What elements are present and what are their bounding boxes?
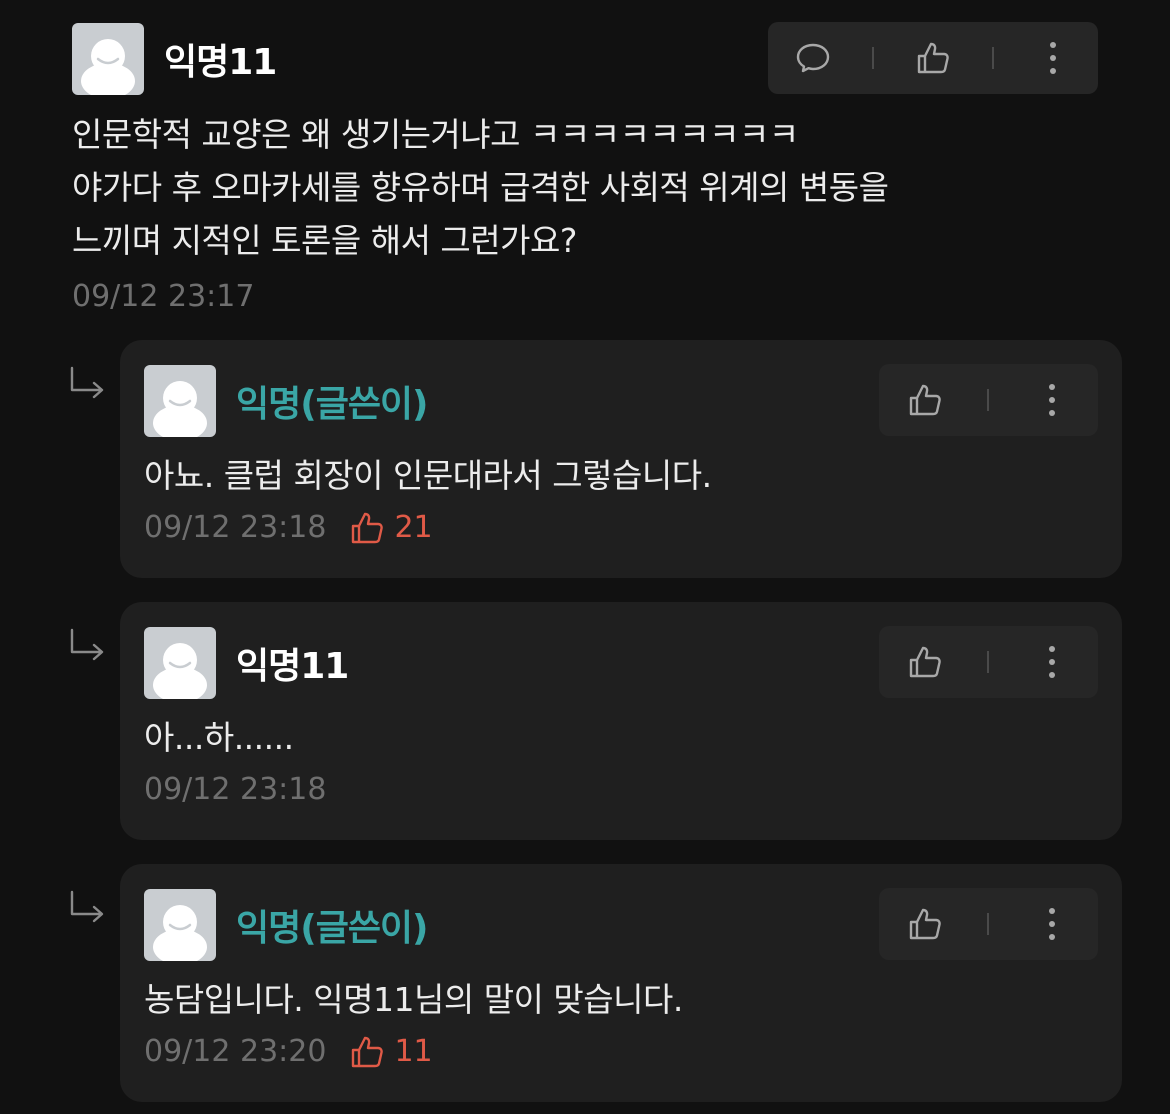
reply-arrow-icon xyxy=(68,890,108,926)
reply-body: 농담입니다. 익명11님의 말이 맞습니다. xyxy=(144,980,683,1019)
comment-icon[interactable] xyxy=(783,28,843,88)
like-count-value: 21 xyxy=(394,510,433,545)
comment-body: 인문학적 교양은 왜 생기는거냐고 ㅋㅋㅋㅋㅋㅋㅋㅋㅋ 야가다 후 오마카세를 … xyxy=(72,108,1098,267)
username: 익명11 xyxy=(236,646,349,687)
reply: 익명11 아...하...... 09/12 23:18 xyxy=(120,602,1122,840)
reply-meta: 09/12 23:18 xyxy=(144,772,1098,807)
username: 익명11 xyxy=(164,42,277,83)
more-options-icon[interactable] xyxy=(1022,632,1082,692)
reply: 익명(글쓴이) 농담입니다. 익명11님의 말이 맞습니다. 09/12 23:… xyxy=(120,864,1122,1102)
like-count: 21 xyxy=(350,510,433,545)
username: 익명(글쓴이) xyxy=(236,908,429,949)
reply-actions xyxy=(879,626,1098,698)
comment-line: 느끼며 지적인 토론을 해서 그런가요? xyxy=(72,221,577,260)
avatar xyxy=(72,23,144,95)
like-count-value: 11 xyxy=(394,1034,433,1069)
divider xyxy=(987,389,990,411)
timestamp: 09/12 23:20 xyxy=(144,1034,327,1069)
reply-meta: 09/12 23:20 11 xyxy=(144,1034,1098,1069)
thumbs-up-icon[interactable] xyxy=(895,894,955,954)
comment-thread: 익명11 인문학적 교양은 왜 생기는거냐고 ㅋㅋㅋㅋㅋㅋㅋㅋㅋ 야가다 후 오… xyxy=(0,0,1170,1114)
comment-line: 인문학적 교양은 왜 생기는거냐고 ㅋㅋㅋㅋㅋㅋㅋㅋㅋ xyxy=(72,115,799,154)
comment: 익명11 인문학적 교양은 왜 생기는거냐고 ㅋㅋㅋㅋㅋㅋㅋㅋㅋ 야가다 후 오… xyxy=(72,22,1098,314)
thumbs-up-icon[interactable] xyxy=(903,28,963,88)
reply: 익명(글쓴이) 아뇨. 클럽 회장이 인문대라서 그렇습니다. 09/12 23… xyxy=(120,340,1122,578)
thumbs-up-icon[interactable] xyxy=(895,370,955,430)
comment-line: 야가다 후 오마카세를 향유하며 급격한 사회적 위계의 변동을 xyxy=(72,168,889,207)
timestamp: 09/12 23:17 xyxy=(72,279,255,314)
divider xyxy=(992,47,995,69)
avatar xyxy=(144,365,216,437)
divider xyxy=(987,651,990,673)
divider xyxy=(987,913,990,935)
like-count: 11 xyxy=(350,1034,433,1069)
comment-meta: 09/12 23:17 xyxy=(72,279,1098,314)
reply-actions xyxy=(879,364,1098,436)
reply-meta: 09/12 23:18 21 xyxy=(144,510,1098,545)
thumbs-up-icon[interactable] xyxy=(895,632,955,692)
reply-arrow-icon xyxy=(68,628,108,664)
thumbs-up-icon xyxy=(352,512,384,543)
more-options-icon[interactable] xyxy=(1022,370,1082,430)
reply-arrow-icon xyxy=(68,366,108,402)
avatar xyxy=(144,889,216,961)
divider xyxy=(871,47,874,69)
avatar xyxy=(144,627,216,699)
reply-actions xyxy=(879,888,1098,960)
more-options-icon[interactable] xyxy=(1022,894,1082,954)
reply-body: 아뇨. 클럽 회장이 인문대라서 그렇습니다. xyxy=(144,456,712,495)
comment-actions xyxy=(768,22,1098,94)
thumbs-up-icon xyxy=(352,1036,384,1067)
more-options-icon[interactable] xyxy=(1023,28,1083,88)
username: 익명(글쓴이) xyxy=(236,384,429,425)
timestamp: 09/12 23:18 xyxy=(144,772,327,807)
timestamp: 09/12 23:18 xyxy=(144,510,327,545)
reply-body: 아...하...... xyxy=(144,718,294,757)
